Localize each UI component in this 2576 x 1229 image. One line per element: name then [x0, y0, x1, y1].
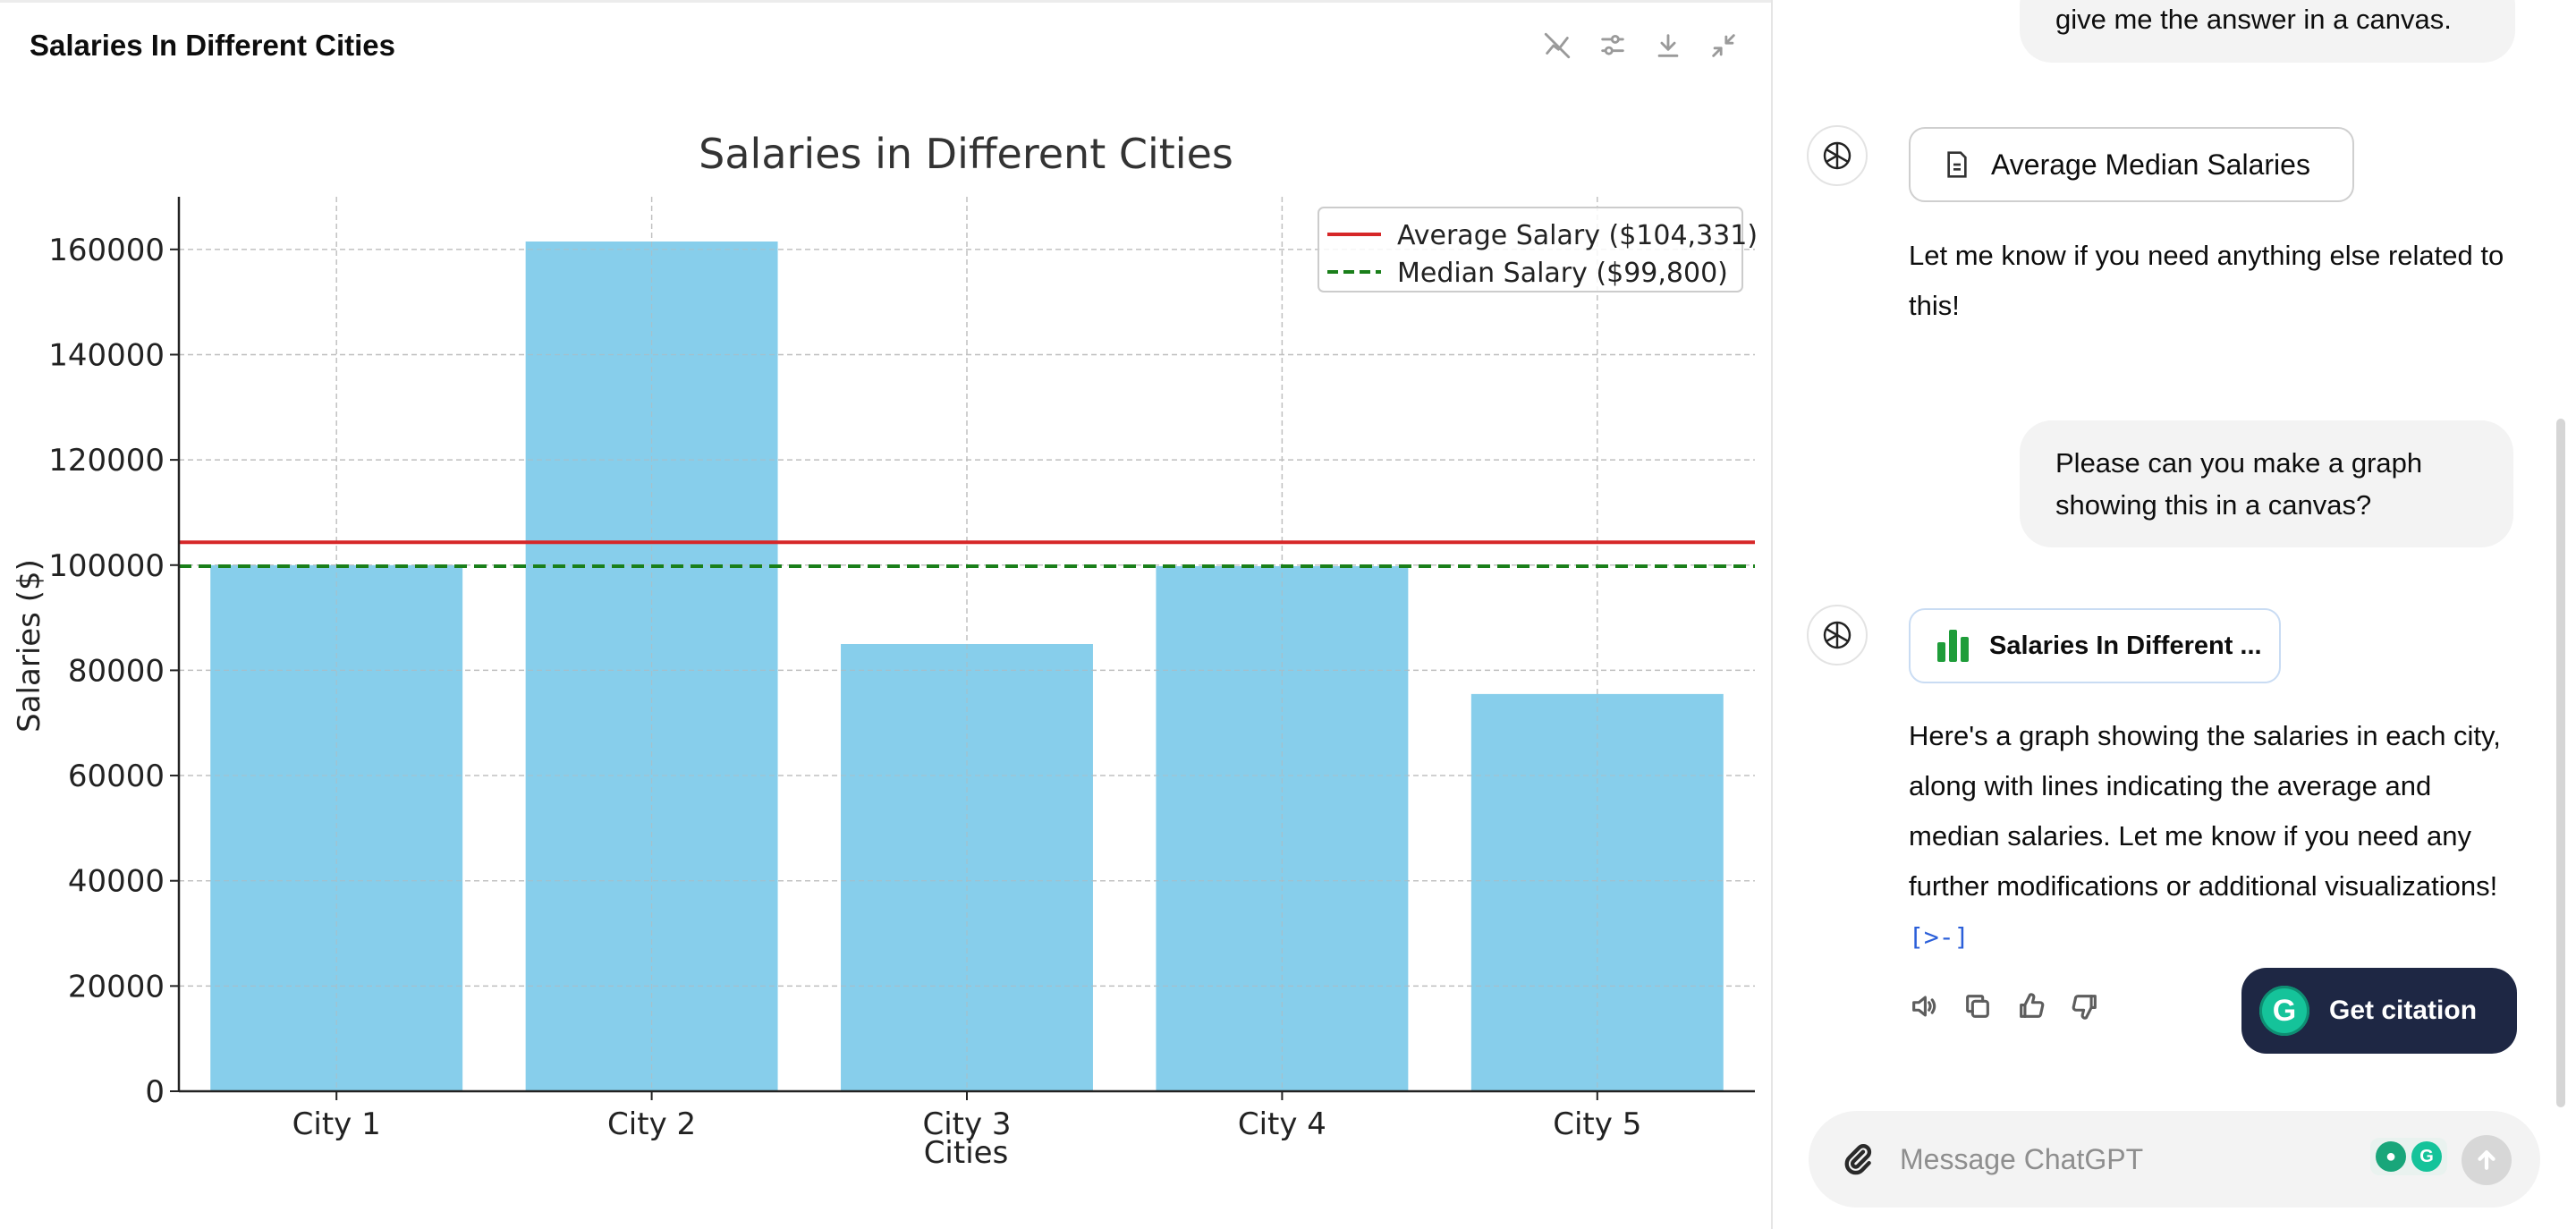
assistant-avatar — [1807, 125, 1868, 186]
download-button[interactable] — [1649, 27, 1687, 64]
y-tick-label: 120000 — [48, 443, 165, 479]
legend-label: Average Salary ($104,331) — [1397, 220, 1758, 251]
salary-bar-chart: Salaries in Different Cities 0 20000 40000… — [12, 130, 1758, 1171]
read-aloud-button[interactable] — [1909, 991, 1939, 1021]
legend-label: Median Salary ($99,800) — [1397, 258, 1728, 289]
citation-link[interactable]: [>-] — [1909, 922, 1969, 952]
message-input[interactable] — [1898, 1141, 2367, 1177]
x-tick-label: City 4 — [1238, 1106, 1326, 1142]
thumbs-up-button[interactable] — [2016, 991, 2046, 1021]
thumbs-down-button[interactable] — [2070, 991, 2100, 1021]
openai-logo-icon — [1823, 621, 1852, 649]
download-icon — [1657, 34, 1679, 57]
message-composer: ● G — [1809, 1111, 2540, 1208]
canvas-title: Salaries In Different Cities — [30, 29, 395, 62]
adjust-sliders-icon — [1601, 34, 1624, 55]
openai-logo-icon — [1823, 141, 1852, 170]
chart-interaction-icon — [1544, 32, 1571, 59]
thumbs-up-icon — [2020, 993, 2045, 1018]
y-tick-label: 160000 — [48, 233, 165, 268]
chart-interaction-button[interactable] — [1538, 27, 1576, 64]
y-tick-label: 140000 — [48, 337, 165, 373]
collapse-icon — [1712, 34, 1735, 57]
send-button[interactable] — [2462, 1135, 2512, 1185]
canvas-panel: Salaries In Different Cities Salaries in… — [0, 0, 1773, 1229]
document-icon — [1947, 151, 1967, 178]
y-tick-label: 80000 — [68, 653, 165, 689]
thumbs-down-icon — [2072, 995, 2097, 1020]
y-tick-label: 0 — [145, 1074, 165, 1110]
divider — [0, 0, 1771, 3]
assistant-message: Let me know if you need anything else re… — [1909, 240, 2504, 321]
grammarly-logo-icon: G — [2259, 986, 2309, 1036]
y-tick-label: 100000 — [48, 548, 165, 584]
user-message: give me the answer in a canvas. — [2020, 0, 2515, 63]
copy-button[interactable] — [1962, 991, 1993, 1021]
get-citation-button[interactable]: G Get citation — [2241, 968, 2517, 1054]
document-card-label: Average Median Salaries — [1991, 148, 2310, 181]
extension-icons: ● G — [2370, 1138, 2447, 1175]
arrow-up-icon — [2478, 1150, 2496, 1170]
y-axis-label: Salaries ($) — [12, 559, 47, 733]
copy-icon — [1966, 995, 1989, 1018]
adjust-button[interactable] — [1594, 27, 1631, 64]
bar-chart-icon — [1937, 630, 1971, 662]
message-actions — [1909, 991, 2100, 1021]
collapse-button[interactable] — [1705, 27, 1742, 64]
chart-card-label: Salaries In Different ... — [1989, 631, 2262, 660]
document-card-average-median[interactable]: Average Median Salaries — [1909, 127, 2354, 202]
x-tick-label: City 2 — [607, 1106, 696, 1142]
y-tick-label: 40000 — [68, 864, 165, 900]
grammarly-extension-icon[interactable]: G — [2411, 1141, 2442, 1172]
y-tick-label: 20000 — [68, 969, 165, 1004]
x-tick-label: City 5 — [1553, 1106, 1641, 1142]
assistant-message-text: Here's a graph showing the salaries in e… — [1909, 720, 2501, 902]
user-message: Please can you make a graph showing this… — [2020, 420, 2513, 547]
chart-title: Salaries in Different Cities — [699, 130, 1233, 178]
paperclip-icon — [1844, 1144, 1872, 1175]
chart-area: Salaries in Different Cities 0 20000 40000… — [0, 125, 1771, 1181]
assistant-message: Here's a graph showing the salaries in e… — [1909, 711, 2517, 962]
chart-card-salaries[interactable]: Salaries In Different ... — [1909, 608, 2281, 683]
canvas-toolbar — [1538, 27, 1742, 64]
get-citation-label: Get citation — [2329, 996, 2478, 1025]
x-tick-label: City 1 — [292, 1106, 381, 1142]
attach-button[interactable] — [1841, 1141, 1877, 1177]
assistant-avatar — [1807, 605, 1868, 665]
x-axis-label: Cities — [924, 1135, 1009, 1171]
chat-scrollbar[interactable] — [2556, 419, 2565, 1107]
lightbulb-extension-icon[interactable]: ● — [2376, 1141, 2406, 1172]
y-tick-label: 60000 — [68, 759, 165, 794]
read-aloud-icon — [1912, 996, 1936, 1017]
